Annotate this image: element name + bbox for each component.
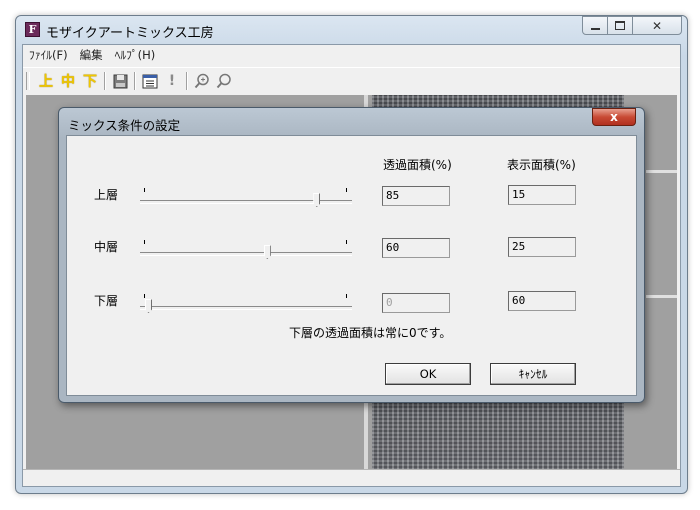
cancel-button[interactable]: ｷｬﾝｾﾙ: [490, 363, 576, 385]
menu-edit[interactable]: 編集: [74, 47, 109, 63]
toolbar-grip[interactable]: [26, 72, 30, 90]
bottom-layer-note: 下層の透過面積は常に0です。: [289, 326, 452, 340]
zoom-out-icon: [216, 73, 231, 89]
title-bar[interactable]: F モザイクアートミックス工房 ✕: [16, 16, 687, 44]
close-icon: x: [610, 110, 618, 124]
middle-layer-button[interactable]: 中: [57, 70, 79, 92]
close-icon: ✕: [651, 18, 663, 33]
mix-settings-dialog: ミックス条件の設定 x 透過面積(%) 表示面積(%) 上層 85 15 中層 …: [58, 107, 645, 403]
settings-button[interactable]: [139, 70, 161, 92]
ok-button[interactable]: OK: [385, 363, 471, 385]
top-layer-slider[interactable]: [140, 188, 352, 210]
save-button[interactable]: [109, 70, 131, 92]
bottom-layer-transparent-field: 0: [382, 293, 450, 313]
list-settings-icon: [142, 74, 158, 88]
slider-tick: [144, 294, 145, 298]
exclamation-icon: !: [168, 73, 176, 89]
pane-divider-right-2: [646, 295, 677, 298]
slider-thumb[interactable]: [263, 245, 271, 259]
app-icon[interactable]: F: [25, 22, 40, 37]
menu-bar: ﾌｧｲﾙ(F) 編集 ﾍﾙﾌﾟ(H): [23, 45, 680, 65]
slider-tick: [346, 188, 347, 192]
top-layer-label: 上層: [94, 188, 119, 202]
toolbar-separator: [186, 72, 188, 90]
middle-layer-display-field: 25: [508, 237, 576, 257]
menu-help[interactable]: ﾍﾙﾌﾟ(H): [109, 47, 162, 63]
maximize-button[interactable]: [607, 16, 633, 35]
window-title: モザイクアートミックス工房: [46, 26, 214, 41]
slider-thumb[interactable]: [313, 193, 321, 207]
bottom-layer-display-field: 60: [508, 291, 576, 311]
slider-tick: [346, 294, 347, 298]
middle-layer-transparent-field[interactable]: 60: [382, 238, 450, 258]
slider-tick: [346, 240, 347, 244]
slider-thumb[interactable]: [145, 299, 152, 313]
minimize-icon: [590, 27, 600, 30]
zoom-out-button[interactable]: [213, 70, 235, 92]
save-icon: [113, 74, 127, 88]
toolbar-separator: [104, 72, 106, 90]
zoom-in-button[interactable]: [191, 70, 213, 92]
top-layer-transparent-field[interactable]: 85: [382, 186, 450, 206]
execute-button[interactable]: !: [161, 70, 183, 92]
pane-divider-right-1: [646, 170, 677, 173]
toolbar: 上 中 下 !: [23, 67, 680, 94]
dialog-content: 透過面積(%) 表示面積(%) 上層 85 15 中層 60 25 下層 0 6…: [66, 135, 637, 396]
slider-track: [140, 306, 352, 310]
dialog-close-button[interactable]: x: [592, 108, 636, 126]
transparent-area-header: 透過面積(%): [383, 158, 452, 172]
dialog-title: ミックス条件の設定: [68, 118, 181, 133]
status-bar: [23, 469, 680, 486]
slider-tick: [144, 240, 145, 244]
toolbar-separator: [134, 72, 136, 90]
minimize-button[interactable]: [582, 16, 608, 35]
close-button[interactable]: ✕: [632, 16, 682, 35]
top-layer-button[interactable]: 上: [35, 70, 57, 92]
top-layer-display-field: 15: [508, 185, 576, 205]
bottom-layer-label: 下層: [94, 294, 119, 308]
bottom-layer-button[interactable]: 下: [79, 70, 101, 92]
slider-tick: [144, 188, 145, 192]
zoom-in-icon: [194, 73, 209, 89]
menu-file[interactable]: ﾌｧｲﾙ(F): [23, 47, 74, 63]
maximize-icon: [615, 21, 625, 30]
bottom-layer-slider[interactable]: [140, 294, 352, 316]
middle-layer-label: 中層: [94, 240, 119, 254]
middle-layer-slider[interactable]: [140, 240, 352, 262]
display-area-header: 表示面積(%): [507, 158, 576, 172]
slider-track: [140, 252, 352, 256]
